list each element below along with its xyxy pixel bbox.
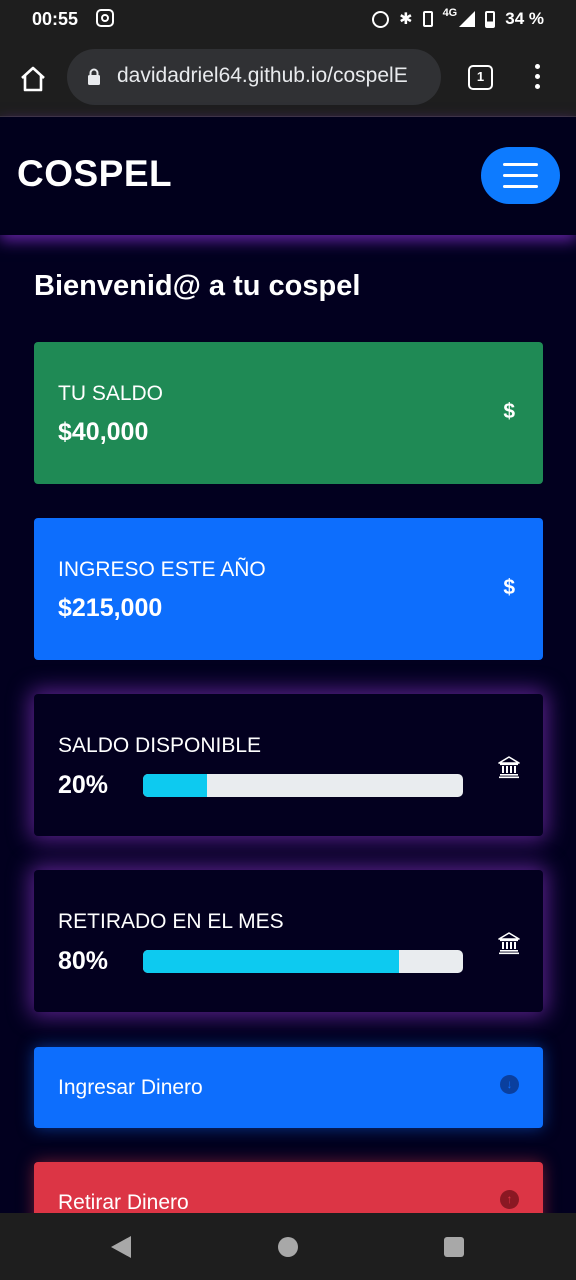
signal-icon — [459, 11, 476, 27]
system-nav-bar — [0, 1213, 576, 1280]
status-icons: ✱ 4G 34 % — [372, 7, 544, 29]
available-progress-bar — [143, 774, 463, 797]
vibrate-icon — [422, 11, 433, 27]
yearly-income-card: INGRESO ESTE AÑO $215,000 $ — [34, 518, 543, 660]
available-balance-card: SALDO DISPONIBLE 20% — [34, 694, 543, 836]
network-type: 4G — [442, 7, 458, 19]
address-bar[interactable]: davidadriel64.github.io/cospelE — [67, 49, 441, 105]
withdrawal-progress-fill — [143, 950, 399, 973]
more-options-icon[interactable] — [529, 64, 545, 92]
balance-card: TU SALDO $40,000 $ — [34, 342, 543, 484]
page-title: Bienvenid@ a tu cospel — [34, 270, 361, 302]
withdrawal-percent: 80% — [58, 947, 109, 975]
home-circle-icon[interactable] — [278, 1237, 298, 1257]
recent-apps-icon[interactable] — [444, 1237, 464, 1257]
tab-switcher-button[interactable]: 1 — [468, 65, 493, 90]
bank-icon — [498, 756, 520, 779]
income-value: $215,000 — [58, 594, 163, 622]
bluetooth-icon: ✱ — [399, 11, 413, 28]
battery-icon — [485, 10, 496, 28]
income-label: INGRESO ESTE AÑO — [58, 558, 266, 581]
withdrawal-label: RETIRADO EN EL MES — [58, 910, 284, 933]
hamburger-menu-button[interactable] — [481, 147, 560, 204]
back-icon[interactable] — [111, 1236, 131, 1258]
deposit-money-button[interactable]: Ingresar Dinero ↓ — [34, 1047, 543, 1128]
battery-percent: 34 % — [505, 9, 544, 28]
lock-icon — [88, 68, 100, 85]
available-label: SALDO DISPONIBLE — [58, 734, 262, 757]
alarm-icon — [372, 10, 390, 28]
withdraw-label: Retirar Dinero — [58, 1191, 189, 1214]
deposit-label: Ingresar Dinero — [58, 1076, 203, 1099]
brand-logo[interactable]: COSPEL — [17, 153, 172, 195]
dollar-icon: $ — [503, 400, 515, 423]
app-navbar: COSPEL — [0, 117, 576, 235]
available-percent: 20% — [58, 771, 109, 799]
monthly-withdrawal-card: RETIRADO EN EL MES 80% — [34, 870, 543, 1012]
url-text: davidadriel64.github.io/cospelE — [117, 64, 408, 87]
status-time: 00:55 — [32, 9, 79, 29]
dollar-icon: $ — [503, 576, 515, 599]
available-progress-fill — [143, 774, 207, 797]
bank-icon — [498, 932, 520, 955]
arrow-up-circle-icon: ↑ — [500, 1190, 519, 1209]
status-bar: 00:55 ✱ 4G 34 % — [0, 0, 576, 40]
browser-toolbar: davidadriel64.github.io/cospelE 1 — [0, 40, 576, 117]
withdrawal-progress-bar — [143, 950, 463, 973]
instagram-icon — [96, 9, 114, 27]
balance-label: TU SALDO — [58, 382, 164, 405]
arrow-down-circle-icon: ↓ — [500, 1075, 519, 1094]
balance-value: $40,000 — [58, 418, 149, 446]
home-icon[interactable] — [18, 64, 48, 94]
